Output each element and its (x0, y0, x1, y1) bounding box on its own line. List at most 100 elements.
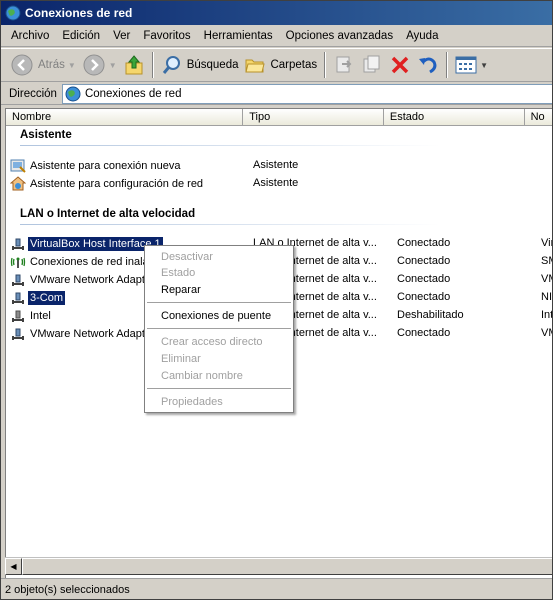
menu-archivo[interactable]: Archivo (5, 28, 55, 44)
status-text: 2 objeto(s) seleccionados (5, 583, 130, 596)
item-device: NIC (541, 291, 552, 303)
menu-opciones-avanzadas[interactable]: Opciones avanzadas (280, 28, 399, 44)
item-state: Conectado (397, 327, 451, 339)
chevron-down-icon[interactable]: ▼ (480, 61, 488, 70)
column-header-nombre[interactable]: Nombre (6, 109, 244, 126)
group-divider (20, 224, 440, 225)
toolbar-separator (324, 52, 327, 78)
item-name: VMware Network Adapt (30, 328, 145, 340)
copy-to-button[interactable] (358, 51, 386, 79)
undo-button[interactable] (414, 51, 442, 79)
lan-connection-icon (12, 328, 24, 340)
menu-item-estado[interactable]: Estado (161, 267, 195, 279)
item-type: Asistente (253, 177, 299, 189)
delete-x-icon (391, 56, 409, 74)
scroll-left-icon[interactable]: ◀ (5, 558, 22, 575)
back-arrow-icon (11, 54, 33, 76)
wizard-icon (10, 159, 26, 173)
menu-ver[interactable]: Ver (107, 28, 136, 44)
menu-ayuda[interactable]: Ayuda (400, 28, 444, 44)
wireless-connection-icon (10, 257, 26, 268)
folders-label: Carpetas (270, 59, 318, 71)
delete-button[interactable] (386, 51, 414, 79)
undo-icon (419, 57, 437, 74)
menu-herramientas[interactable]: Herramientas (198, 28, 279, 44)
window-title: Conexiones de red (25, 6, 133, 20)
address-input[interactable]: Conexiones de red (61, 83, 552, 104)
item-name: Asistente para configuración de red (30, 178, 204, 190)
search-button[interactable]: Búsqueda (158, 51, 242, 79)
up-folder-icon (125, 55, 143, 75)
item-state: Conectado (397, 237, 451, 249)
menu-edicion[interactable]: Edición (56, 28, 106, 44)
item-state: Conectado (397, 255, 451, 267)
toolbar: Atrás ▼ ▼ Búsqueda Carpetas ▼ (1, 48, 552, 82)
menu-separator (147, 302, 291, 303)
item-device: SMC (541, 255, 552, 267)
folders-button[interactable]: Carpetas (241, 51, 320, 79)
back-label: Atrás (38, 59, 65, 71)
group-title-asistente: Asistente (20, 129, 72, 141)
column-header-nombre-dispositivo[interactable]: No (524, 109, 552, 126)
item-name: VMware Network Adapt (30, 274, 145, 286)
context-menu: Desactivar Estado Reparar Conexiones de … (144, 245, 294, 413)
views-button[interactable]: ▼ (452, 51, 491, 79)
search-label: Búsqueda (186, 59, 239, 71)
explorer-window: Conexiones de red Archivo Edición Ver Fa… (0, 0, 553, 600)
copy-to-icon (363, 55, 380, 73)
item-device: Inte (541, 309, 553, 321)
item-device: Virt (541, 237, 552, 249)
chevron-down-icon[interactable]: ▼ (109, 61, 117, 70)
item-state: Conectado (397, 291, 451, 303)
menu-bar: Archivo Edición Ver Favoritos Herramient… (1, 26, 552, 47)
title-bar[interactable]: Conexiones de red (1, 1, 552, 25)
column-headers: Nombre Tipo Estado No (6, 109, 552, 126)
network-wizard-icon (10, 176, 26, 191)
up-folder-button[interactable] (120, 51, 148, 79)
lan-connection-icon (12, 310, 24, 322)
forward-button[interactable]: ▼ (79, 51, 120, 79)
lan-connection-icon (12, 274, 24, 286)
address-bar: Dirección Conexiones de red (1, 83, 552, 105)
item-state: Deshabilitado (397, 309, 464, 321)
address-value: Conexiones de red (84, 87, 182, 100)
menu-item-eliminar[interactable]: Eliminar (161, 353, 201, 365)
lan-connection-icon (12, 238, 24, 250)
chevron-down-icon[interactable]: ▼ (68, 61, 76, 70)
menu-item-crear-acceso-directo[interactable]: Crear acceso directo (161, 336, 263, 348)
item-type: Asistente (253, 159, 299, 171)
address-label: Dirección (9, 87, 57, 100)
toolbar-separator (446, 52, 449, 78)
folders-icon (245, 59, 266, 73)
move-to-button[interactable] (330, 51, 358, 79)
toolbar-separator (151, 52, 154, 78)
group-divider (20, 145, 440, 146)
column-header-tipo[interactable]: Tipo (243, 109, 384, 126)
scrollbar-thumb[interactable] (22, 558, 552, 575)
move-to-icon (336, 56, 352, 73)
item-name: Asistente para conexión nueva (30, 160, 181, 172)
item-device: VMw (541, 327, 552, 339)
network-globe-icon (65, 86, 81, 101)
forward-arrow-icon (83, 54, 105, 76)
menu-item-cambiar-nombre[interactable]: Cambiar nombre (161, 370, 243, 382)
network-globe-icon (5, 5, 21, 21)
list-item[interactable]: Asistente para conexión nueva Asistente (10, 157, 552, 175)
item-name: VirtualBox Host Interface 1 (28, 237, 163, 251)
item-state: Conectado (397, 273, 451, 285)
menu-separator (147, 328, 291, 329)
menu-item-reparar[interactable]: Reparar (161, 284, 201, 296)
name-cell: Asistente para configuración de red (10, 175, 250, 193)
back-button[interactable]: Atrás ▼ (7, 51, 79, 79)
menu-item-desactivar[interactable]: Desactivar (161, 251, 213, 263)
lan-connection-icon (12, 292, 24, 304)
list-item[interactable]: Asistente para configuración de red Asis… (10, 175, 552, 193)
column-header-estado[interactable]: Estado (383, 109, 525, 126)
item-name: Conexiones de red inalá (30, 256, 149, 268)
menu-item-conexiones-de-puente[interactable]: Conexiones de puente (161, 310, 271, 322)
item-name: 3-Com (28, 291, 66, 305)
horizontal-scrollbar[interactable]: ◀ (5, 557, 552, 575)
search-icon (162, 56, 180, 74)
menu-favoritos[interactable]: Favoritos (137, 28, 196, 44)
menu-item-propiedades[interactable]: Propiedades (161, 396, 223, 408)
